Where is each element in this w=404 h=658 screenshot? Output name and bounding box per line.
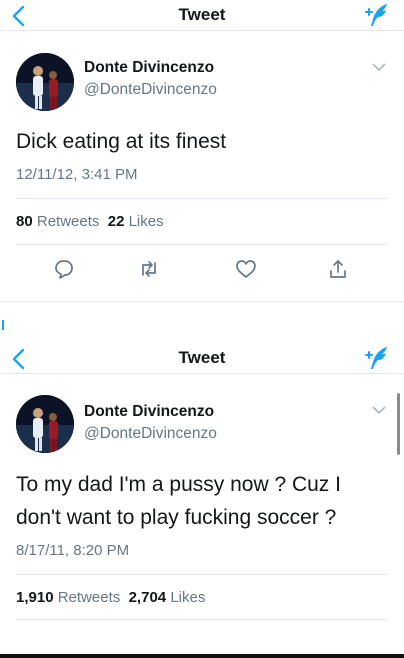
nav-bar: Tweet <box>0 343 404 374</box>
tweet-timestamp: 12/11/12, 3:41 PM <box>16 166 138 183</box>
retweets-label: Retweets <box>36 213 100 230</box>
likes-label: Likes <box>170 589 206 606</box>
retweets-count: 1,910 <box>16 589 54 606</box>
divider-mark <box>2 320 4 330</box>
avatar[interactable] <box>16 53 74 111</box>
tweet-text: Dick eating at its finest <box>0 125 404 158</box>
author-name[interactable]: Donte Divincenzo <box>84 403 214 421</box>
retweets-count: 80 <box>16 213 33 230</box>
author-handle[interactable]: @DonteDivincenzo <box>84 81 217 99</box>
tweet-text: To my dad I'm a pussy now ? Cuz I don't … <box>0 468 404 534</box>
nav-bar: Tweet <box>0 0 404 31</box>
likes-count: 2,704 <box>128 589 167 606</box>
avatar[interactable] <box>16 395 74 453</box>
tweet-text-line: To my dad I'm a pussy now ? Cuz I <box>16 473 341 496</box>
retweets-stat[interactable]: 1,910 Retweets <box>16 589 120 606</box>
retweets-stat[interactable]: 80 Retweets <box>16 213 99 230</box>
chevron-down-icon[interactable] <box>372 62 386 72</box>
tweet-card: Tweet Donte Divincenzo @DonteDivincenzo <box>0 343 404 658</box>
tweet-text-line: Dick eating at its finest <box>16 130 227 153</box>
scrollbar[interactable] <box>397 393 400 455</box>
tweet-card: Tweet Donte Divincenzo @DonteDivincenzo <box>0 0 404 302</box>
tweet-author[interactable]: Donte Divincenzo @DonteDivincenzo <box>0 31 404 111</box>
chevron-down-icon[interactable] <box>372 405 386 415</box>
tweet-actions <box>16 244 388 290</box>
page-title: Tweet <box>178 5 226 24</box>
compose-tweet-icon[interactable] <box>362 2 390 28</box>
tweet-stats: 1,910 Retweets 2,704 Likes <box>16 574 388 620</box>
likes-stat[interactable]: 2,704 Likes <box>129 589 206 606</box>
tweet-timestamp: 8/17/11, 8:20 PM <box>16 542 130 559</box>
author-name[interactable]: Donte Divincenzo <box>84 59 214 77</box>
author-handle[interactable]: @DonteDivincenzo <box>84 425 217 443</box>
retweets-label: Retweets <box>57 589 121 606</box>
tweet-author[interactable]: Donte Divincenzo @DonteDivincenzo <box>0 374 404 453</box>
page-title: Tweet <box>178 348 226 367</box>
likes-stat[interactable]: 22 Likes <box>108 213 164 230</box>
tweet-stats: 80 Retweets 22 Likes <box>16 198 388 244</box>
reply-icon[interactable] <box>53 258 75 280</box>
tweet-text-line: don't want to play fucking soccer ? <box>16 506 337 529</box>
bottom-edge <box>0 654 404 658</box>
share-icon[interactable] <box>327 258 349 280</box>
heart-icon[interactable] <box>235 258 257 280</box>
likes-count: 22 <box>107 213 125 230</box>
compose-tweet-icon[interactable] <box>362 345 390 371</box>
likes-label: Likes <box>128 213 164 230</box>
retweet-icon[interactable] <box>138 258 160 280</box>
